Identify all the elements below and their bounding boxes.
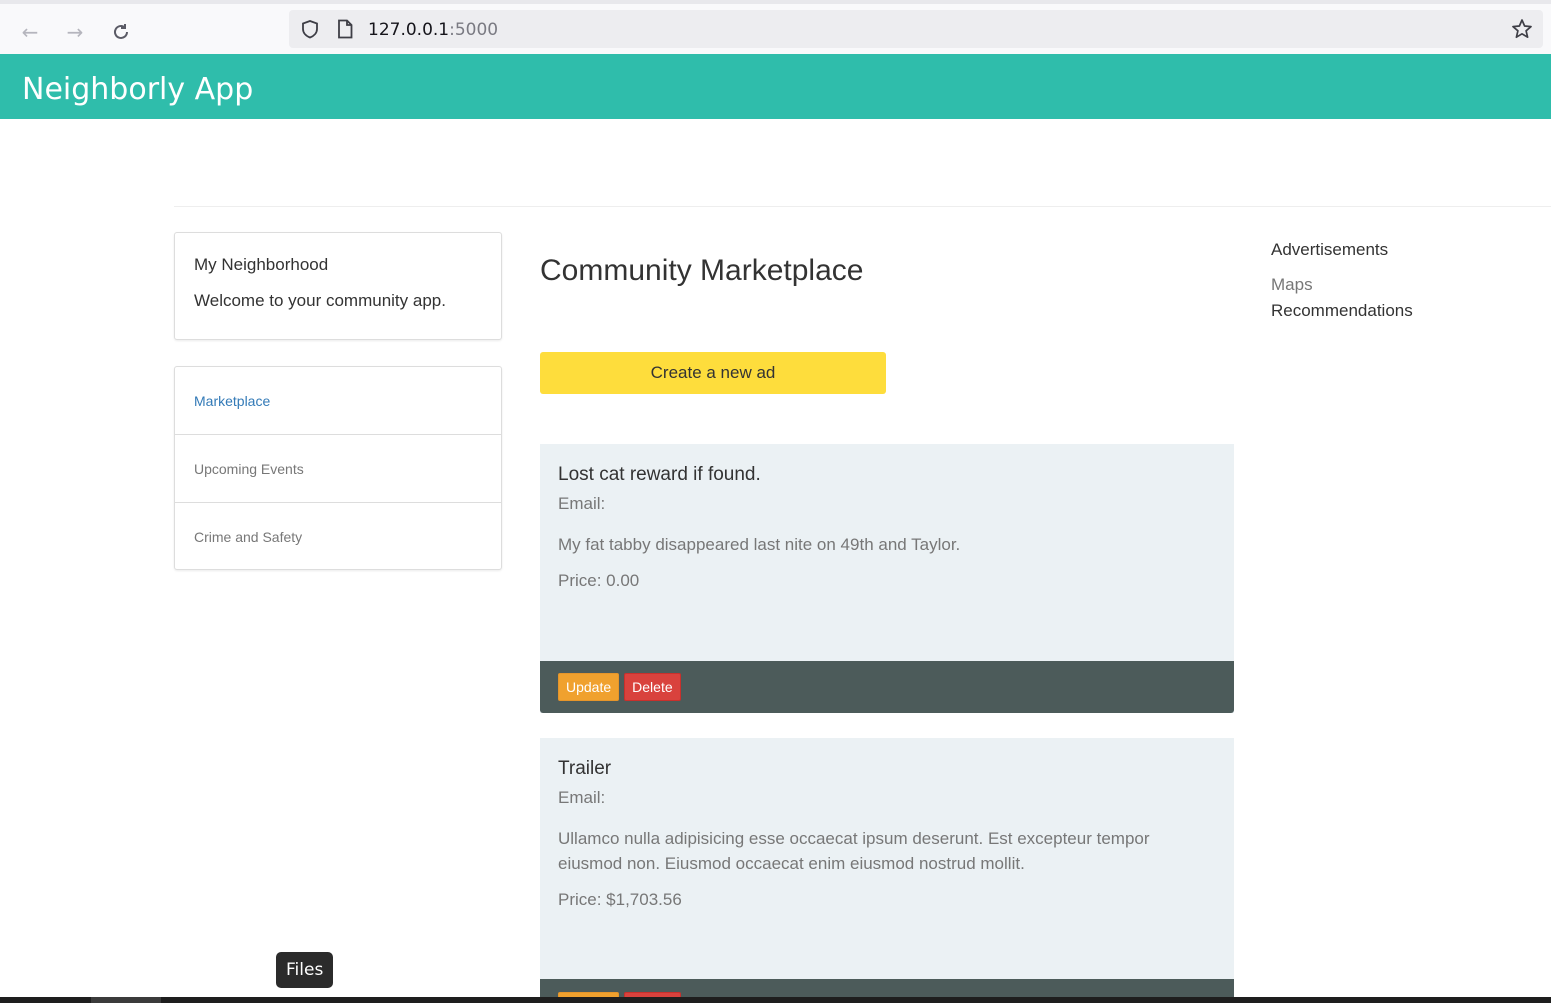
welcome-text: Welcome to your community app. bbox=[194, 291, 446, 310]
taskbar bbox=[0, 997, 1551, 1003]
ad-title: Lost cat reward if found. bbox=[558, 464, 761, 485]
sidebar-menu: Marketplace Upcoming Events Crime and Sa… bbox=[174, 366, 502, 570]
page-title: Community Marketplace bbox=[540, 254, 864, 287]
ad-card-footer: Update Delete bbox=[540, 661, 1234, 713]
sidebar-item-crime-and-safety[interactable]: Crime and Safety bbox=[175, 503, 501, 571]
welcome-title: My Neighborhood bbox=[194, 255, 329, 274]
ad-email: Email: bbox=[558, 494, 606, 513]
ad-description: My fat tabby disappeared last nite on 49… bbox=[558, 535, 961, 554]
taskbar-item[interactable] bbox=[91, 997, 161, 1003]
create-ad-button[interactable]: Create a new ad bbox=[540, 352, 886, 394]
shield-icon[interactable] bbox=[300, 19, 320, 39]
welcome-panel: My Neighborhood Welcome to your communit… bbox=[174, 232, 502, 340]
advertisements-heading: Advertisements bbox=[1271, 240, 1389, 259]
app-brand[interactable]: Neighborly App bbox=[22, 72, 253, 107]
bookmark-star-icon[interactable] bbox=[1511, 18, 1533, 40]
sidebar-item-marketplace[interactable]: Marketplace bbox=[175, 367, 501, 435]
app-header: Neighborly App bbox=[0, 54, 1551, 119]
reload-icon[interactable] bbox=[109, 20, 133, 44]
ad-description: Ullamco nulla adipisicing esse occaecat … bbox=[558, 829, 1150, 873]
back-arrow-icon[interactable]: ← bbox=[18, 20, 42, 44]
update-button[interactable]: Update bbox=[558, 673, 620, 701]
ad-price: Price: 0.00 bbox=[558, 571, 640, 590]
ad-title: Trailer bbox=[558, 758, 612, 779]
browser-toolbar: ← → 127.0.0.1:5000 bbox=[0, 0, 1551, 54]
url-bar[interactable]: 127.0.0.1:5000 bbox=[289, 10, 1543, 48]
forward-arrow-icon[interactable]: → bbox=[63, 20, 87, 44]
ad-email: Email: bbox=[558, 788, 606, 807]
ad-card: Lost cat reward if found. Email: My fat … bbox=[540, 444, 1234, 713]
maps-link[interactable]: Maps bbox=[1271, 275, 1413, 295]
right-sidebar: Advertisements Maps Recommendations bbox=[1271, 240, 1413, 327]
delete-button[interactable]: Delete bbox=[624, 673, 681, 701]
sidebar-item-upcoming-events[interactable]: Upcoming Events bbox=[175, 435, 501, 503]
url-text[interactable]: 127.0.0.1:5000 bbox=[368, 20, 498, 40]
page-icon bbox=[338, 19, 353, 39]
files-tooltip: Files bbox=[276, 952, 334, 988]
ad-price: Price: $1,703.56 bbox=[558, 890, 682, 909]
recommendations-link[interactable]: Recommendations bbox=[1271, 301, 1413, 321]
divider bbox=[174, 206, 1551, 207]
ad-card: Trailer Email: Ullamco nulla adipisicing… bbox=[540, 738, 1234, 1003]
url-host: 127.0.0.1 bbox=[368, 20, 450, 40]
url-port: :5000 bbox=[449, 20, 499, 40]
